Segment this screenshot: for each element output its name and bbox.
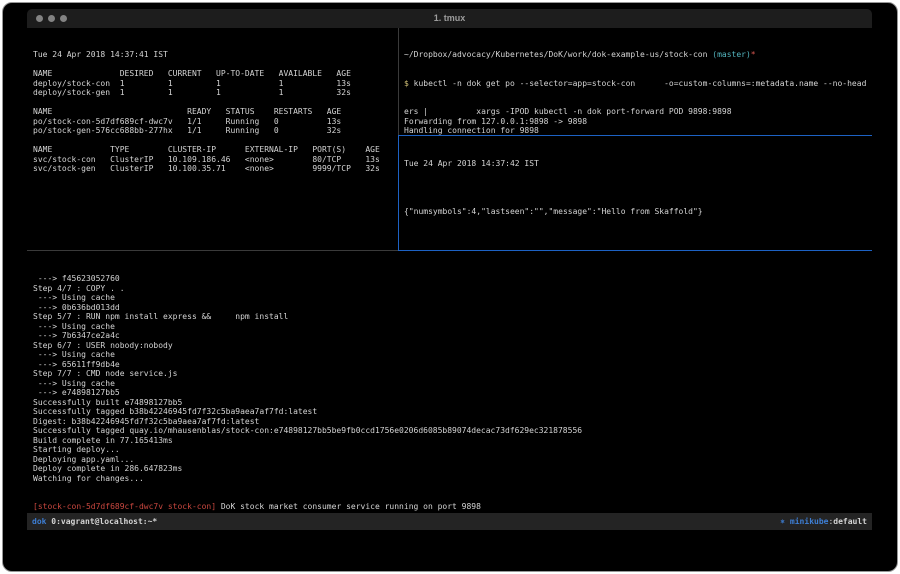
pane-port-forward[interactable]: ~/Dropbox/advocacy/Kubernetes/DoK/work/d… — [399, 28, 872, 135]
json-payload: {"numsymbols":4,"lastseen":"","message":… — [404, 207, 872, 217]
window-titlebar[interactable]: 1. tmux — [27, 9, 872, 28]
pane-kubectl-watch[interactable]: Tue 24 Apr 2018 14:37:41 IST NAME DESIRE… — [27, 28, 398, 250]
zoom-button-icon[interactable] — [60, 15, 67, 22]
pod-log-text: DoK stock market consumer service runnin… — [216, 502, 481, 511]
message-timestamp: Tue 24 Apr 2018 14:37:42 IST — [404, 159, 872, 169]
close-button-icon[interactable] — [36, 15, 43, 22]
minimize-button-icon[interactable] — [48, 15, 55, 22]
kube-context-name: minikube — [790, 517, 829, 526]
shell-prompt: $ — [404, 79, 414, 88]
repo-path-line: ~/Dropbox/advocacy/Kubernetes/DoK/work/d… — [404, 50, 872, 60]
tmux-session: Tue 24 Apr 2018 14:37:41 IST NAME DESIRE… — [27, 28, 872, 530]
helm-icon: ⎈ — [780, 517, 790, 526]
git-branch: (master) — [712, 50, 751, 59]
kube-namespace: default — [833, 517, 867, 526]
pane-skaffold-log[interactable]: ---> f45623052760 Step 4/7 : COPY . . --… — [27, 251, 872, 513]
traffic-lights — [36, 15, 67, 22]
port-forward-output: ers | xargs -IPOD kubectl -n dok port-fo… — [404, 107, 872, 135]
terminal-window: 1. tmux Tue 24 Apr 2018 14:37:41 IST NAM… — [27, 9, 872, 530]
kubectl-watch-output: Tue 24 Apr 2018 14:37:41 IST NAME DESIRE… — [33, 50, 398, 174]
kube-context-status: ⎈ minikube:default — [780, 513, 867, 530]
window-status[interactable]: 0:vagrant@localhost:~* — [46, 513, 157, 530]
window-title: 1. tmux — [27, 9, 872, 28]
session-name[interactable]: dok — [32, 513, 46, 530]
repo-path: ~/Dropbox/advocacy/Kubernetes/DoK/work/d… — [404, 50, 712, 59]
tmux-status-bar: dok 0:vagrant@localhost:~* ⎈ minikube:de… — [27, 513, 872, 530]
pod-log-line: [stock-con-5d7df689cf-dwc7v stock-con] D… — [33, 502, 872, 512]
command-line: $ kubectl -n dok get po --selector=app=s… — [404, 79, 872, 89]
pod-log-prefix: [stock-con-5d7df689cf-dwc7v stock-con] — [33, 502, 216, 511]
git-dirty-flag: * — [751, 50, 756, 59]
screenshot-canvas: 1. tmux Tue 24 Apr 2018 14:37:41 IST NAM… — [0, 0, 900, 574]
build-output: ---> f45623052760 Step 4/7 : COPY . . --… — [33, 274, 872, 483]
command-text: kubectl -n dok get po --selector=app=sto… — [414, 79, 867, 88]
pane-service-message[interactable]: Tue 24 Apr 2018 14:37:42 IST {"numsymbol… — [399, 136, 872, 250]
